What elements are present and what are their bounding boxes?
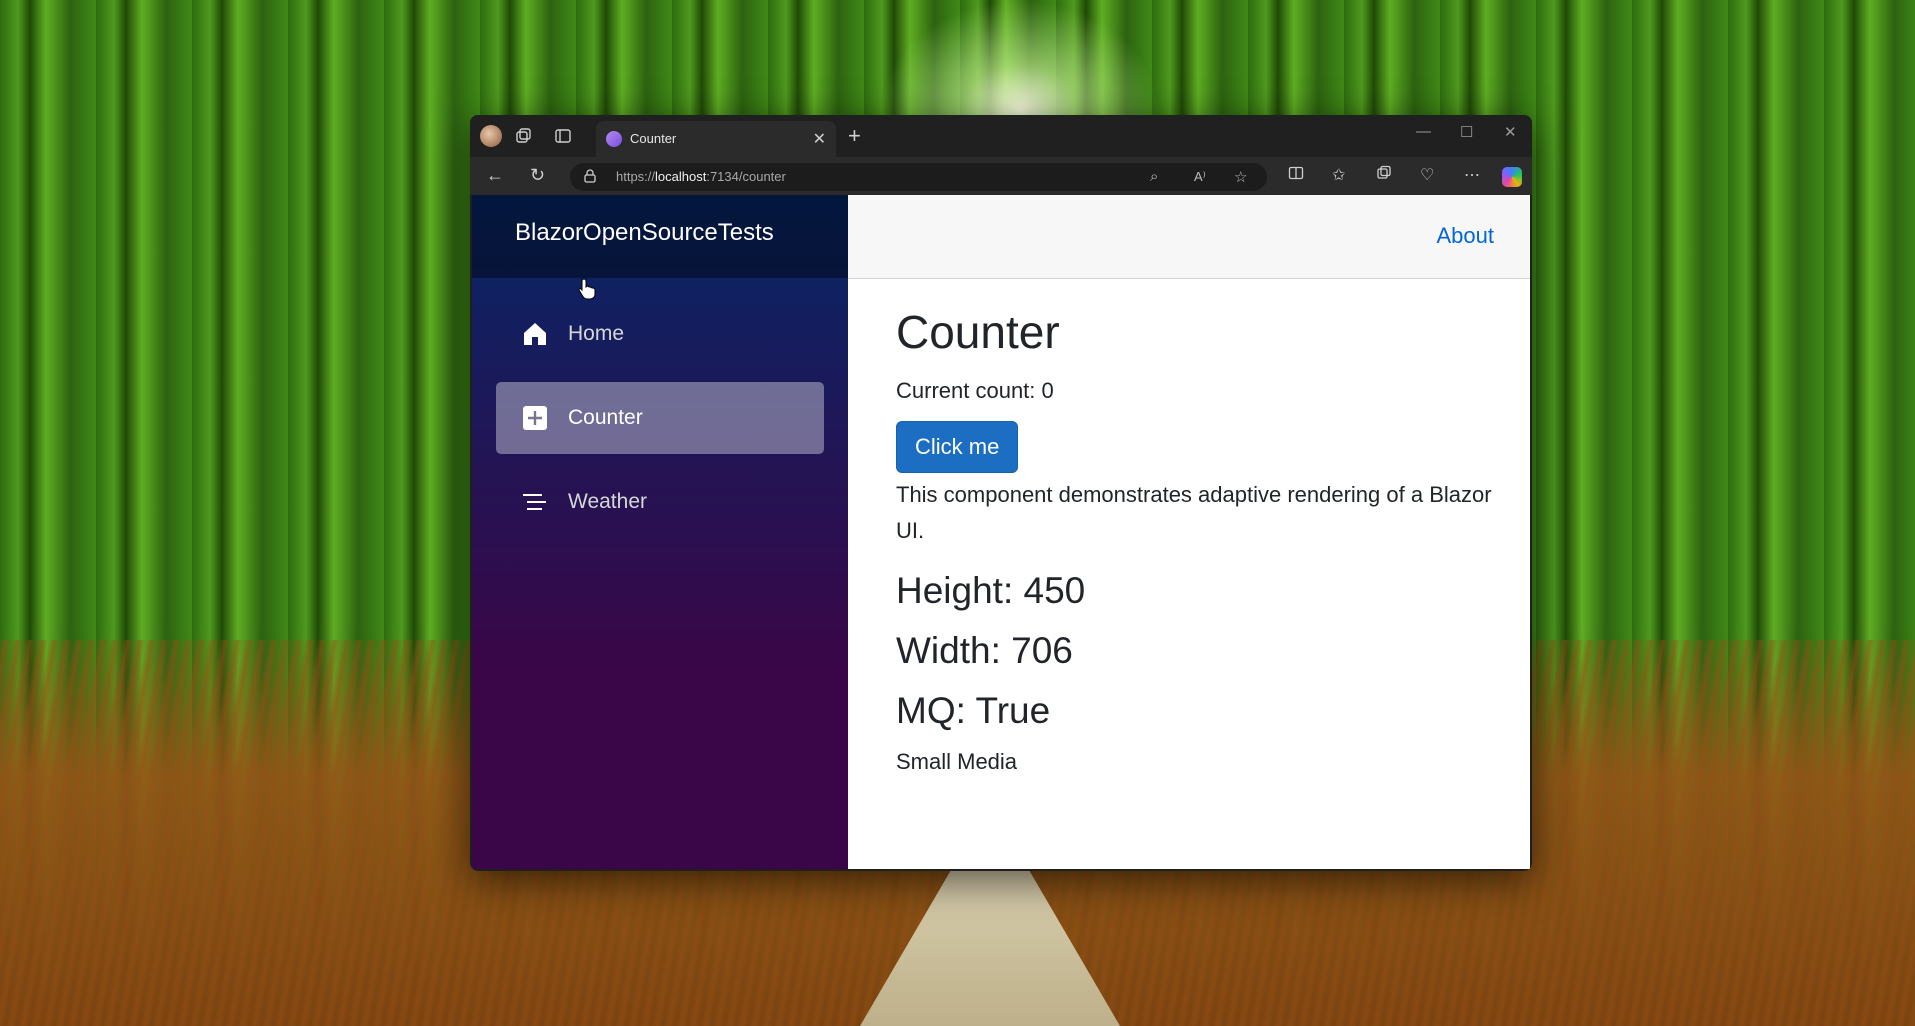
nav-item-home[interactable]: Home [496,298,824,370]
minimize-icon[interactable]: — [1416,123,1431,140]
list-icon [523,494,546,510]
tab-title: Counter [630,131,677,146]
back-icon[interactable]: ← [486,165,504,186]
hand-cursor-icon [578,278,596,300]
more-options-icon[interactable]: ⋯ [1464,165,1480,185]
nav-item-label: Home [568,322,625,345]
address-bar-row: ← ↻ https://localhost:7134/counter ⌕ A⁾ … [470,157,1532,195]
current-count: Current count: 0 [896,378,1054,403]
page-title: Counter [896,306,1060,358]
split-screen-icon[interactable] [1288,165,1304,186]
maximize-icon[interactable]: ☐ [1460,123,1473,141]
close-tab-icon[interactable]: ✕ [813,129,826,149]
lock-icon[interactable] [584,169,596,186]
browser-essentials-icon[interactable]: ♡ [1420,165,1434,185]
tab-counter[interactable]: Counter ✕ [596,121,836,157]
click-me-button[interactable]: Click me [896,421,1019,473]
close-window-icon[interactable]: ✕ [1504,123,1517,141]
description-text: This component demonstrates adaptive ren… [896,482,1492,543]
nav-item-label: Weather [568,490,647,513]
refresh-icon[interactable]: ↻ [530,165,545,186]
nav-item-weather[interactable]: Weather [496,466,824,538]
nav-item-counter[interactable]: Counter [496,382,824,454]
favorite-star-icon[interactable]: ☆ [1234,168,1247,186]
favorites-icon[interactable]: ✩ [1332,165,1345,185]
plus-square-icon [523,406,547,430]
blazor-favicon-icon [606,131,622,147]
zoom-icon[interactable]: ⌕ [1150,168,1158,185]
browser-window: Counter ✕ + — ☐ ✕ ← ↻ https://localhost:… [470,115,1532,871]
home-icon [524,323,546,345]
workspaces-icon[interactable] [514,127,532,145]
profile-avatar[interactable] [480,125,502,147]
page-viewport: BlazorOpenSourceTests Home Counter Weath… [472,195,1530,869]
media-label: Small Media [896,749,1018,774]
tab-bar: Counter ✕ + — ☐ ✕ [470,115,1532,157]
tab-actions-icon[interactable] [554,127,572,145]
sidebar: BlazorOpenSourceTests Home Counter Weath… [472,195,848,869]
app-brand[interactable]: BlazorOpenSourceTests [515,219,774,247]
main-content: Counter Current count: 0 Click me This c… [896,305,1496,775]
about-link[interactable]: About [1437,223,1495,249]
nav-item-label: Counter [568,406,643,429]
height-value: Height: 450 [896,570,1086,611]
new-tab-icon[interactable]: + [848,123,861,149]
width-value: Width: 706 [896,630,1073,671]
url-text: https://localhost:7134/counter [616,169,786,184]
top-row: About [848,195,1530,279]
read-aloud-icon[interactable]: A⁾ [1194,169,1206,185]
collections-icon[interactable] [1376,165,1392,186]
brand-bar: BlazorOpenSourceTests [472,195,848,278]
mq-value: MQ: True [896,690,1051,731]
address-bar[interactable]: https://localhost:7134/counter ⌕ A⁾ ☆ [570,163,1267,191]
copilot-icon[interactable] [1502,167,1522,187]
